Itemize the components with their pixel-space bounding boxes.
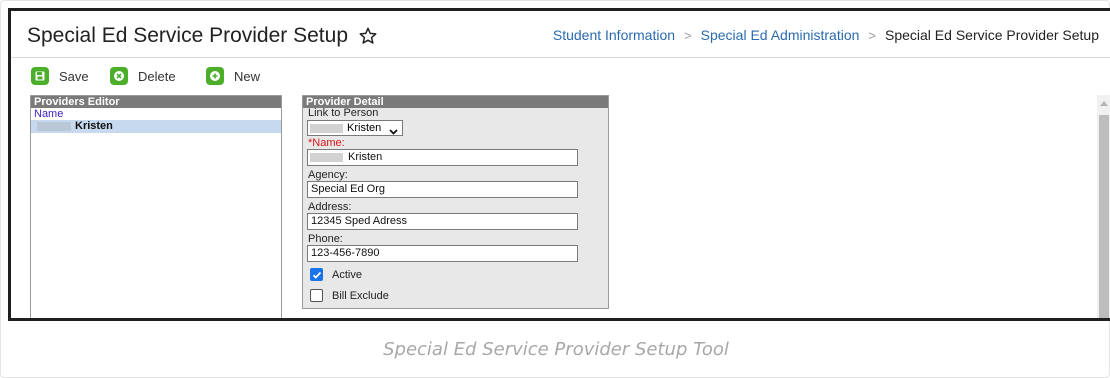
chevron-right-icon: > [868,27,876,43]
active-checkbox-row[interactable]: Active [310,268,362,281]
delete-icon [110,67,128,85]
scrollbar-thumb[interactable] [1099,115,1109,318]
provider-list-item[interactable]: Kristen [31,120,281,133]
breadcrumb-special-ed-administration[interactable]: Special Ed Administration [701,27,860,43]
page-header: Special Ed Service Provider Setup Studen… [11,11,1110,58]
redacted-name [37,122,71,131]
save-icon [31,67,49,85]
image-caption: Special Ed Service Provider Setup Tool [383,339,729,360]
address-label: Address: [308,201,352,213]
phone-field[interactable]: 123-456-7890 [307,245,578,262]
breadcrumb-current: Special Ed Service Provider Setup [885,27,1099,43]
bill-exclude-checkbox[interactable] [310,289,323,302]
name-field[interactable]: Kristen [307,149,578,166]
link-to-person-label: Link to Person [308,107,379,119]
chevron-down-icon [389,125,398,139]
active-checkbox[interactable] [310,268,323,281]
star-outline-icon[interactable] [358,26,378,46]
save-button[interactable]: Save [31,67,89,85]
bill-exclude-label: Bill Exclude [332,289,389,302]
redacted-name [310,153,343,162]
providers-editor-title: Providers Editor [31,96,281,108]
new-button[interactable]: New [206,67,260,85]
link-to-person-value: Kristen [347,122,382,134]
name-column-header[interactable]: Name [31,108,281,120]
address-field[interactable]: 12345 Sped Adress [307,213,578,230]
delete-label: Delete [138,68,176,84]
providers-editor-panel: Providers Editor Name Kristen [30,95,282,318]
save-label: Save [59,68,89,84]
screenshot-frame: Special Ed Service Provider Setup Studen… [0,0,1110,378]
provider-detail-panel: Provider Detail Link to Person Kristen *… [302,95,609,309]
redacted-name [310,124,343,133]
bill-exclude-checkbox-row[interactable]: Bill Exclude [310,289,389,302]
action-toolbar: Save Delete New [11,59,1110,95]
provider-name: Kristen [75,120,113,132]
vertical-scrollbar[interactable] [1097,95,1110,318]
scroll-up-arrow-icon[interactable] [1100,101,1108,106]
name-value: Kristen [348,151,383,163]
new-label: New [234,68,261,84]
breadcrumb: Student Information > Special Ed Adminis… [553,27,1099,43]
phone-label: Phone: [308,233,343,245]
agency-label: Agency: [308,169,348,181]
app-window: Special Ed Service Provider Setup Studen… [8,8,1110,321]
page-title-text: Special Ed Service Provider Setup [27,24,348,47]
agency-field[interactable]: Special Ed Org [307,181,578,198]
delete-button[interactable]: Delete [110,67,176,85]
active-label: Active [332,268,362,281]
link-to-person-select[interactable]: Kristen [307,120,403,136]
name-label: *Name: [308,137,345,149]
add-icon [206,67,224,85]
page-title: Special Ed Service Provider Setup [27,24,378,48]
chevron-right-icon: > [684,27,692,43]
breadcrumb-student-information[interactable]: Student Information [553,27,675,43]
